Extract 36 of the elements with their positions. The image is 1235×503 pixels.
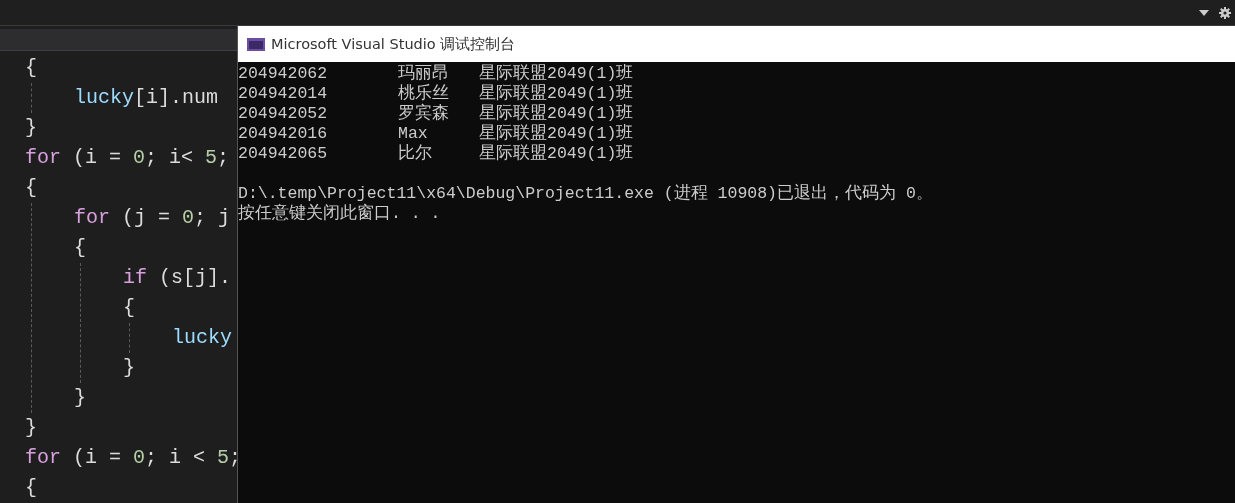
class-name: 星际联盟2049(1)班 (479, 84, 635, 104)
student-name: 比尔 (398, 144, 433, 164)
code-line: } (74, 385, 87, 411)
code-line: for (i = 0; i < 5; (25, 445, 237, 471)
class-name: 星际联盟2049(1)班 (479, 124, 635, 144)
code-line: for (j = 0; j (74, 205, 232, 231)
code-line: { (25, 475, 38, 501)
student-id: 204942014 (238, 84, 329, 104)
student-id: 204942065 (238, 144, 329, 164)
code-line: lucky[i].num (74, 85, 220, 111)
exit-message: D:\.temp\Project11\x64\Debug\Project11.exe (进程 10908)已退出，代码为 0。 (238, 184, 933, 203)
dropdown-caret-icon[interactable] (1199, 9, 1209, 16)
student-id: 204942016 (238, 124, 329, 144)
class-name: 星际联盟2049(1)班 (479, 144, 635, 164)
close-prompt: 按任意键关闭此窗口. . . (238, 204, 441, 223)
class-name: 星际联盟2049(1)班 (479, 64, 635, 84)
student-id: 204942062 (238, 64, 329, 84)
student-name: 罗宾森 (398, 104, 450, 124)
code-line: if (s[j]. (123, 265, 233, 291)
code-line: { (74, 235, 87, 261)
class-name: 星际联盟2049(1)班 (479, 104, 635, 124)
code-line: } (25, 115, 38, 141)
student-name: 桃乐丝 (398, 84, 450, 103)
settings-icon[interactable] (1219, 6, 1231, 19)
code-line: { (25, 55, 38, 81)
student-name: 玛丽昂 (398, 64, 450, 84)
student-id: 204942052 (238, 104, 329, 124)
code-line: for (i = 0; i< 5; (25, 145, 231, 171)
code-line: { (25, 175, 38, 201)
student-name: Max (398, 124, 429, 144)
console-app-icon (247, 37, 265, 51)
window-title: Microsoft Visual Studio 调试控制台 (271, 34, 516, 54)
code-line: lucky (172, 325, 233, 351)
code-line: } (123, 355, 136, 381)
code-line: { (123, 295, 136, 321)
code-line: } (25, 415, 38, 441)
